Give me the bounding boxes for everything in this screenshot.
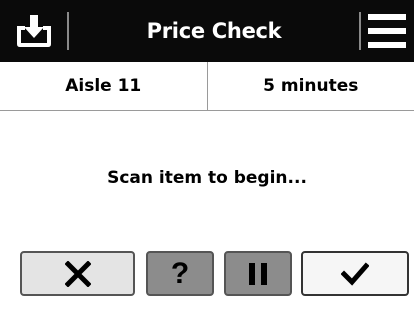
page-title: Price Check [146,19,282,43]
help-label: ? [170,256,190,290]
aisle-label: Aisle 11 [0,62,208,110]
pause-icon [249,262,267,285]
pause-button[interactable] [224,251,292,296]
confirm-button[interactable] [301,251,409,296]
x-icon [64,260,91,287]
title-bar: Price Check [0,0,414,62]
info-row: Aisle 11 5 minutes [0,62,414,111]
title-separator-right [359,12,361,50]
hamburger-menu-icon[interactable] [368,14,406,48]
title-separator-left [67,12,69,50]
checkmark-icon [341,261,369,286]
help-button[interactable]: ? [146,251,214,296]
menu-line [368,28,406,34]
duration-label: 5 minutes [263,76,359,96]
menu-line [368,14,406,20]
price-check-screen: Price Check Aisle 11 5 minutes Scan item… [0,0,414,311]
cancel-button[interactable] [20,251,135,296]
download-tray-icon [17,15,51,47]
download-button[interactable] [10,12,58,50]
menu-line [368,42,406,48]
status-message: Scan item to begin... [107,168,307,188]
